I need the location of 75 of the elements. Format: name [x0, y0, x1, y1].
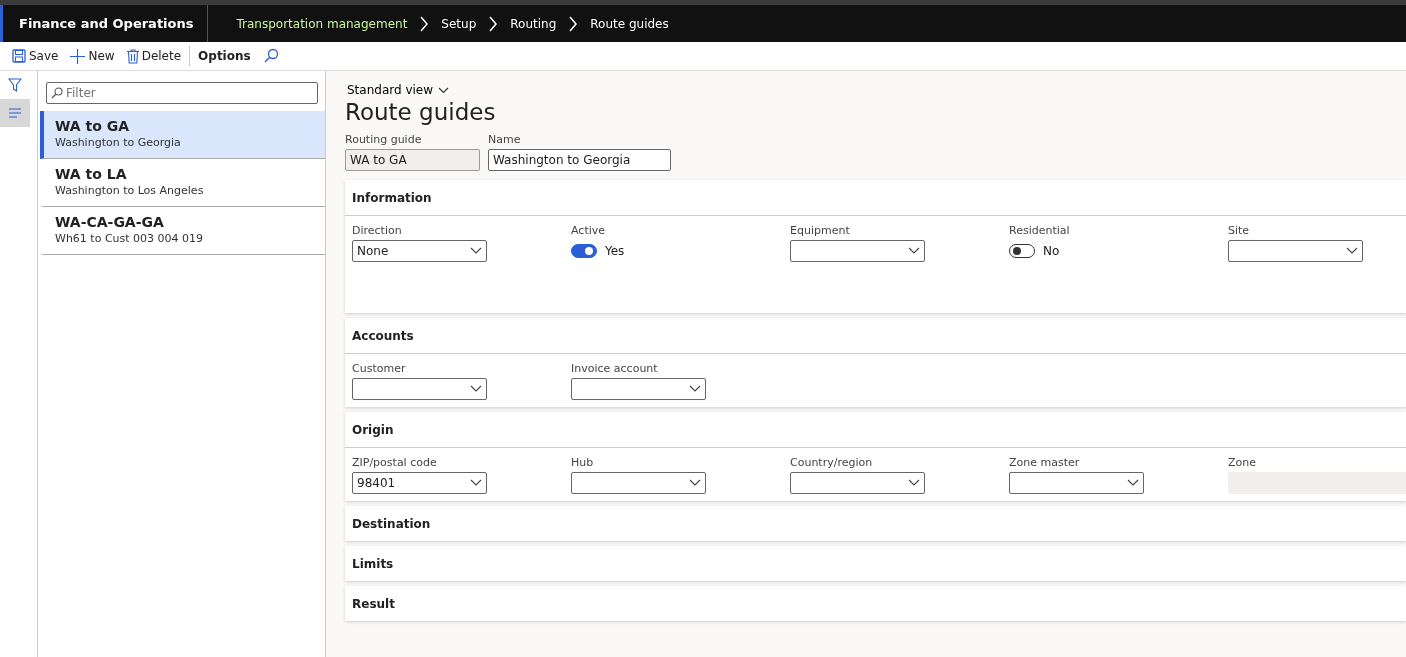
search-icon	[51, 87, 63, 99]
breadcrumb-link[interactable]: Routing	[510, 16, 557, 31]
field-label: Hub	[571, 456, 595, 469]
field-label: Site	[1228, 224, 1251, 237]
section-title[interactable]: Destination	[352, 517, 431, 531]
chevron-down-icon	[470, 247, 482, 255]
breadcrumb-link[interactable]: Transportation management	[236, 16, 408, 31]
field-label: Direction	[352, 224, 403, 237]
chevron-down-icon	[470, 479, 482, 487]
text-field[interactable]: WA to GA	[345, 149, 480, 171]
dropdown-field[interactable]	[790, 240, 925, 262]
delete-button[interactable]: Delete	[122, 46, 186, 66]
field-label: Country/region	[790, 456, 874, 469]
chevron-down-icon	[689, 385, 701, 393]
chevron-down-icon	[908, 479, 920, 487]
dropdown-field[interactable]	[352, 378, 487, 400]
chevron-icon	[419, 15, 430, 32]
dropdown-field[interactable]: None	[352, 240, 487, 262]
toggle-switch[interactable]	[1009, 244, 1035, 258]
toggle-label: Yes	[605, 244, 625, 258]
field-label: Name	[488, 133, 522, 146]
dropdown-field[interactable]	[1009, 472, 1144, 494]
item-title: WA to LA	[55, 166, 128, 182]
dropdown-field[interactable]	[1228, 240, 1363, 262]
field-label: Customer	[352, 362, 407, 375]
field-label: Zone	[1228, 456, 1257, 469]
chevron-down-icon	[908, 247, 920, 255]
chevron-icon	[488, 15, 499, 32]
section-title[interactable]: Limits	[352, 557, 394, 571]
plus-icon	[70, 48, 86, 64]
list-item[interactable]: WA to GA Washington to Georgia	[40, 111, 325, 159]
toggle-switch[interactable]	[571, 244, 597, 258]
breadcrumb-link[interactable]: Route guides	[590, 16, 669, 31]
dropdown-field[interactable]	[790, 472, 925, 494]
field-label: ZIP/postal code	[352, 456, 438, 469]
search-icon	[262, 48, 279, 64]
field-label: Zone master	[1009, 456, 1081, 469]
chevron-down-icon	[438, 86, 450, 94]
options-button[interactable]: Options	[194, 47, 255, 65]
item-title: WA to GA	[55, 118, 131, 134]
list-item[interactable]: WA-CA-GA-GA Wh61 to Cust 003 004 019	[40, 207, 325, 255]
chevron-down-icon	[1346, 247, 1358, 255]
chevron-down-icon	[689, 479, 701, 487]
field-label: Routing guide	[345, 133, 423, 146]
field-label: Invoice account	[571, 362, 659, 375]
item-subtitle: Washington to Georgia	[55, 136, 182, 149]
section-title[interactable]: Origin	[352, 423, 394, 437]
text-field[interactable]: Washington to Georgia	[488, 149, 671, 171]
trash-icon	[126, 48, 139, 64]
section-title[interactable]: Accounts	[352, 329, 414, 343]
chevron-down-icon	[1127, 479, 1139, 487]
dropdown-field[interactable]: 98401	[352, 472, 487, 494]
save-icon	[12, 49, 26, 63]
dropdown-field[interactable]	[571, 472, 706, 494]
section-title[interactable]: Result	[352, 597, 395, 611]
item-subtitle: Washington to Los Angeles	[55, 184, 205, 197]
chevron-icon	[568, 15, 579, 32]
field-label: Equipment	[790, 224, 851, 237]
new-button[interactable]: New	[66, 46, 119, 66]
item-title: WA-CA-GA-GA	[55, 214, 165, 230]
chevron-down-icon	[470, 385, 482, 393]
filter-field[interactable]: Filter	[46, 82, 318, 104]
breadcrumb-link[interactable]: Setup	[441, 16, 477, 31]
view-selector[interactable]: Standard view	[345, 83, 450, 97]
lines-icon	[9, 108, 21, 118]
funnel-icon	[8, 78, 22, 92]
toggle-label: No	[1043, 244, 1060, 258]
field-label: Active	[571, 224, 607, 237]
field-label: Residential	[1009, 224, 1071, 237]
list-item[interactable]: WA to LA Washington to Los Angeles	[40, 159, 325, 207]
item-subtitle: Wh61 to Cust 003 004 019	[55, 232, 205, 245]
section-title[interactable]: Information	[352, 191, 432, 205]
page-title: Route guides	[345, 99, 497, 125]
dropdown-field[interactable]	[571, 378, 706, 400]
save-button[interactable]: Save	[8, 47, 63, 65]
